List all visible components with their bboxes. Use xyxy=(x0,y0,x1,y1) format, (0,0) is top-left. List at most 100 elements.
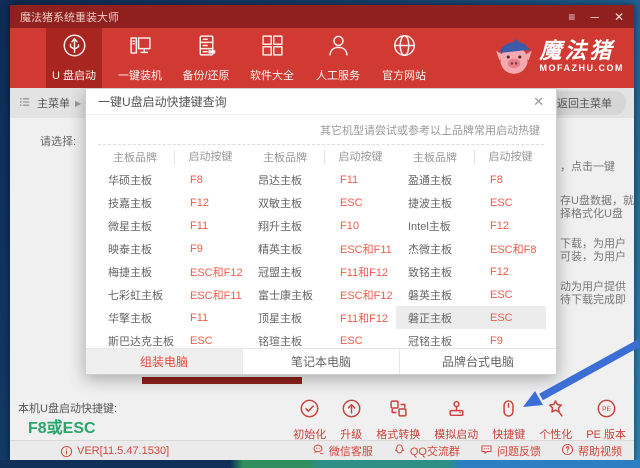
other-models-note: 其它机型请尝试或参考以上品牌常用启动热键 xyxy=(86,115,556,141)
tab-laptop[interactable]: 笔记本电脑 xyxy=(242,349,399,374)
window-title: 魔法猪系统重装大师 xyxy=(20,9,119,25)
nav-item-label: U 盘启动 xyxy=(52,67,96,83)
brand-key-pair[interactable]: 七彩虹主板ESC和F11 xyxy=(96,283,246,306)
link-feedback[interactable]: 问题反馈 xyxy=(480,443,541,459)
brand-name: 磐英主板 xyxy=(396,287,474,303)
brand-key-pair[interactable]: 顶星主板F11和F12 xyxy=(246,306,396,329)
hotkey-table: 主板品牌启动按键主板品牌启动按键主板品牌启动按键 华硕主板F8昂达主板F11盈通… xyxy=(86,145,556,352)
dialog-close-icon[interactable]: ✕ xyxy=(533,95,544,108)
brand-name: 盈通主板 xyxy=(396,172,474,188)
brand-key-pair[interactable]: 技嘉主板F12 xyxy=(96,191,246,214)
brand-key-pair[interactable]: Intel主板F12 xyxy=(396,214,546,237)
version-info: VER[11.5.47.1530] xyxy=(60,445,169,458)
info-icon xyxy=(60,445,73,458)
boot-key: F8 xyxy=(174,174,246,186)
brand-name: 致铭主板 xyxy=(396,264,474,280)
apps-icon xyxy=(260,33,285,63)
breadcrumb-main-menu[interactable]: 主菜单 xyxy=(37,95,70,111)
nav-item-website[interactable]: 官方网站 xyxy=(376,28,432,88)
boot-key: ESC和F11 xyxy=(324,241,396,257)
brand-key-pair[interactable]: 冠盟主板F11和F12 xyxy=(246,260,396,283)
minimize-icon[interactable]: ─ xyxy=(590,11,599,23)
boot-key: F8 xyxy=(474,174,546,186)
table-row: 华硕主板F8昂达主板F11盈通主板F8 xyxy=(96,168,546,191)
boot-key: ESC和F11 xyxy=(174,287,246,303)
brand-name: Intel主板 xyxy=(396,218,474,234)
brand-key-pair[interactable]: 梅捷主板ESC和F12 xyxy=(96,260,246,283)
nav-item-usb-boot[interactable]: U 盘启动 xyxy=(46,28,102,88)
brand-key-pair[interactable]: 华硕主板F8 xyxy=(96,168,246,191)
tool-personalize[interactable]: 个性化 xyxy=(539,398,572,442)
boot-key: F11 xyxy=(174,312,246,324)
boot-key: ESC xyxy=(474,289,546,301)
menu-icon[interactable]: ≡ xyxy=(568,11,575,23)
hotkey-table-body: 华硕主板F8昂达主板F11盈通主板F8技嘉主板F12双敏主板ESC捷波主板ESC… xyxy=(96,168,546,352)
boot-key: ESC和F8 xyxy=(474,241,546,257)
tool-simulate-boot[interactable]: 模拟启动 xyxy=(434,398,478,442)
link-help-video[interactable]: 帮助视频 xyxy=(561,443,622,459)
brand-name: 翔升主板 xyxy=(246,218,324,234)
nav-item-label: 软件大全 xyxy=(250,67,294,83)
brand-name: 梅捷主板 xyxy=(96,264,174,280)
boot-key: F11 xyxy=(174,220,246,232)
brand-name: 精英主板 xyxy=(246,241,324,257)
local-hotkey-value: F8或ESC xyxy=(28,414,96,438)
title-bar: 魔法猪系统重装大师 ≡ ─ ✕ xyxy=(10,5,634,28)
tool-initialize[interactable]: 初始化 xyxy=(293,398,326,442)
background-text-fragment: 待下载完成即 xyxy=(560,291,626,307)
brand-name: 华擎主板 xyxy=(96,310,174,326)
brand-key-pair[interactable]: 华擎主板F11 xyxy=(96,306,246,329)
nav-item-backup-restore[interactable]: 备份/还原 xyxy=(178,28,234,88)
brand-key-pair[interactable]: 磐英主板ESC xyxy=(396,283,546,306)
brand-key-pair[interactable]: 双敏主板ESC xyxy=(246,191,396,214)
key-column-header: 启动按键 xyxy=(474,150,546,164)
nav-item-one-key-install[interactable]: 一键装机 xyxy=(112,28,168,88)
key-column-header: 启动按键 xyxy=(174,150,246,164)
brand-key-pair[interactable]: 翔升主板F10 xyxy=(246,214,396,237)
link-label: 微信客服 xyxy=(329,443,373,459)
brand-name: 华硕主板 xyxy=(96,172,174,188)
convert-icon xyxy=(388,398,409,424)
close-icon[interactable]: ✕ xyxy=(614,11,624,23)
nav-item-software[interactable]: 软件大全 xyxy=(244,28,300,88)
nav-item-support[interactable]: 人工服务 xyxy=(310,28,366,88)
brand-key-pair[interactable]: 微星主板F11 xyxy=(96,214,246,237)
brand-key-pair[interactable]: 杰微主板ESC和F8 xyxy=(396,237,546,260)
hotkey-table-header: 主板品牌启动按键主板品牌启动按键主板品牌启动按键 xyxy=(96,146,546,168)
svg-text:PE: PE xyxy=(602,406,612,413)
brand-key-pair[interactable]: 捷波主板ESC xyxy=(396,191,546,214)
brand-name: 技嘉主板 xyxy=(96,195,174,211)
status-bar: VER[11.5.47.1530] 微信客服 QQ交流群 问题反馈 帮助视频 xyxy=(10,440,634,461)
simulate-icon xyxy=(446,398,467,424)
tab-brand-desktop[interactable]: 品牌台式电脑 xyxy=(399,349,556,374)
brand-key-pair[interactable]: 富士康主板ESC和F12 xyxy=(246,283,396,306)
header-pair: 主板品牌启动按键 xyxy=(396,146,546,168)
select-prompt: 请选择: xyxy=(40,133,76,149)
tool-upgrade[interactable]: 升级 xyxy=(340,398,362,442)
status-links: 微信客服 QQ交流群 问题反馈 帮助视频 xyxy=(312,443,622,459)
logo-brand-text: 魔法猪 xyxy=(540,40,625,62)
brand-key-pair[interactable]: 致铭主板F12 xyxy=(396,260,546,283)
key-column-header: 启动按键 xyxy=(324,150,396,164)
boot-key: ESC xyxy=(324,197,396,209)
brand-name: 富士康主板 xyxy=(246,287,324,303)
brand-column-header: 主板品牌 xyxy=(96,149,174,165)
brand-name: 七彩虹主板 xyxy=(96,287,174,303)
qq-icon xyxy=(393,443,406,459)
check-circle-icon xyxy=(299,398,320,424)
mouse-icon xyxy=(498,398,519,424)
tab-assembled[interactable]: 组装电脑 xyxy=(86,349,242,374)
tool-format-convert[interactable]: 格式转换 xyxy=(376,398,420,442)
brand-key-pair[interactable]: 精英主板ESC和F11 xyxy=(246,237,396,260)
link-qq-group[interactable]: QQ交流群 xyxy=(393,443,460,459)
nav-item-label: 人工服务 xyxy=(316,67,360,83)
brand-key-pair[interactable]: 映泰主板F9 xyxy=(96,237,246,260)
usb-icon xyxy=(62,33,87,63)
boot-key: ESC xyxy=(474,312,546,324)
brand-key-pair[interactable]: 磐正主板ESC xyxy=(396,306,546,329)
tool-pe-version[interactable]: PEPE 版本 xyxy=(586,398,626,442)
brand-key-pair[interactable]: 昂达主板F11 xyxy=(246,168,396,191)
link-wechat-service[interactable]: 微信客服 xyxy=(312,443,373,459)
brand-key-pair[interactable]: 盈通主板F8 xyxy=(396,168,546,191)
tool-hotkey[interactable]: 快捷键 xyxy=(492,398,525,442)
